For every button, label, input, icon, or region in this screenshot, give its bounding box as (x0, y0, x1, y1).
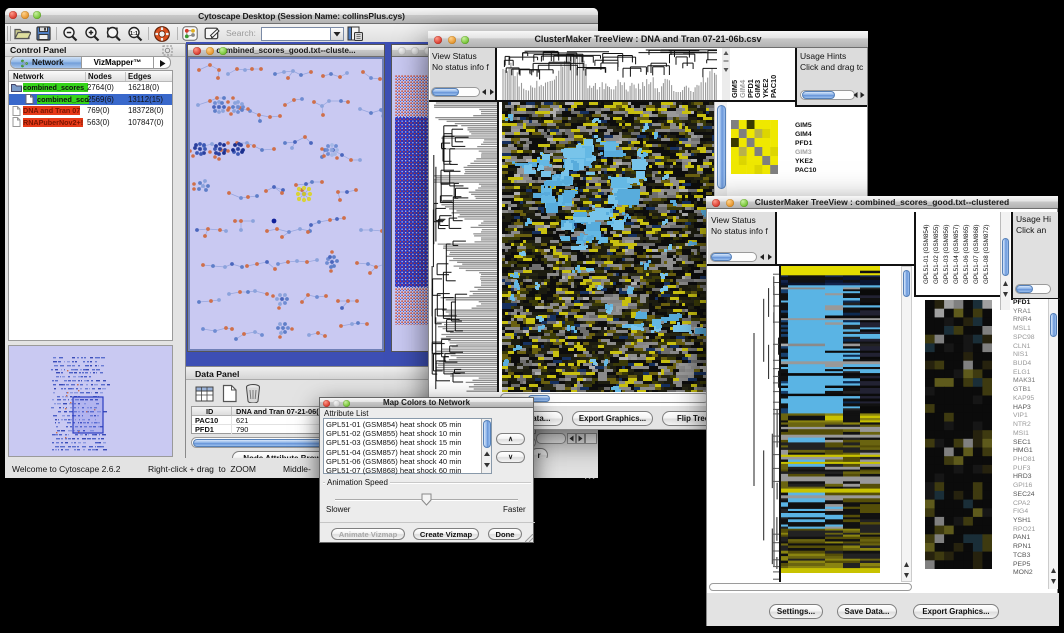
svg-text:GPL51-06 (GSM865): GPL51-06 (GSM865) (963, 225, 970, 285)
svg-text:GPL51-08 (GSM872): GPL51-08 (GSM872) (983, 225, 990, 285)
svg-text:GPL51-03 (GSM856): GPL51-03 (GSM856) (943, 225, 950, 285)
svg-text:GPL51-01 (GSM854): GPL51-01 (GSM854) (923, 225, 930, 285)
svg-text:GPL51-02 (GSM855): GPL51-02 (GSM855) (933, 225, 940, 285)
svg-text:PAC10: PAC10 (769, 75, 778, 98)
svg-text:GPL51-04 (GSM857): GPL51-04 (GSM857) (953, 225, 960, 285)
svg-text:1:1: 1:1 (130, 31, 138, 37)
svg-text:GPL51-07 (GSM868): GPL51-07 (GSM868) (973, 225, 980, 285)
